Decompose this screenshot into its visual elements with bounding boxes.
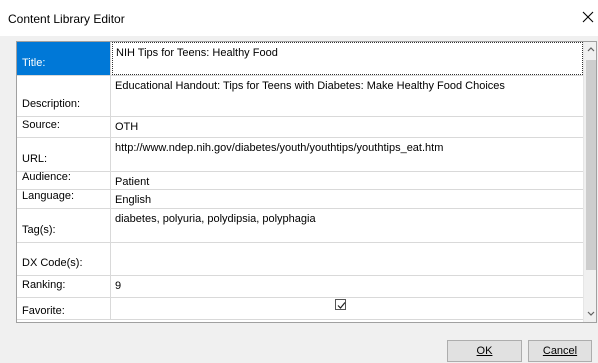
url-field[interactable]: http://www.ndep.nih.gov/diabetes/youth/y… xyxy=(112,138,583,171)
vertical-scrollbar[interactable] xyxy=(583,42,596,322)
scroll-up-icon[interactable] xyxy=(584,42,596,58)
cancel-button[interactable]: Cancel xyxy=(528,340,592,362)
content-library-editor-dialog: Content Library Editor Title: NIH Tips f… xyxy=(0,0,598,363)
row-favorite[interactable]: Favorite: xyxy=(17,298,583,320)
row-label: Title: xyxy=(17,42,111,75)
source-field[interactable]: OTH xyxy=(112,117,583,137)
scroll-down-icon[interactable] xyxy=(584,306,596,322)
ranking-field[interactable]: 9 xyxy=(112,276,583,297)
row-ranking[interactable]: Ranking: 9 xyxy=(17,276,583,298)
row-label: Description: xyxy=(17,76,111,116)
dx-codes-field[interactable] xyxy=(112,243,583,275)
property-grid-rows: Title: NIH Tips for Teens: Healthy Food … xyxy=(17,42,583,320)
scrollbar-thumb[interactable] xyxy=(586,60,596,270)
favorite-checkbox[interactable] xyxy=(335,299,346,310)
row-dx-codes[interactable]: DX Code(s): xyxy=(17,243,583,276)
row-label: URL: xyxy=(17,138,111,171)
audience-field[interactable]: Patient xyxy=(112,172,583,189)
row-label: DX Code(s): xyxy=(17,243,111,275)
description-field[interactable]: Educational Handout: Tips for Teens with… xyxy=(112,76,583,116)
title-bar: Content Library Editor xyxy=(0,0,598,36)
row-label: Favorite: xyxy=(17,298,111,319)
language-field[interactable]: English xyxy=(112,190,583,208)
tags-field[interactable]: diabetes, polyuria, polydipsia, polyphag… xyxy=(112,209,583,242)
row-source[interactable]: Source: OTH xyxy=(17,117,583,138)
window-title: Content Library Editor xyxy=(8,12,125,26)
row-url[interactable]: URL: http://www.ndep.nih.gov/diabetes/yo… xyxy=(17,138,583,172)
row-description[interactable]: Description: Educational Handout: Tips f… xyxy=(17,76,583,117)
row-language[interactable]: Language: English xyxy=(17,190,583,209)
title-field[interactable]: NIH Tips for Teens: Healthy Food xyxy=(112,42,583,75)
row-label: Source: xyxy=(17,117,111,137)
row-tags[interactable]: Tag(s): diabetes, polyuria, polydipsia, … xyxy=(17,209,583,243)
row-label: Tag(s): xyxy=(17,209,111,242)
row-label: Language: xyxy=(17,190,111,208)
close-icon[interactable] xyxy=(580,9,596,25)
property-grid: Title: NIH Tips for Teens: Healthy Food … xyxy=(16,41,597,323)
row-label: Ranking: xyxy=(17,276,111,297)
row-audience[interactable]: Audience: Patient xyxy=(17,171,583,190)
favorite-field xyxy=(112,298,583,319)
row-title[interactable]: Title: NIH Tips for Teens: Healthy Food xyxy=(17,42,583,76)
row-label: Audience: xyxy=(17,171,111,189)
ok-button[interactable]: OK xyxy=(447,340,522,362)
checkmark-icon xyxy=(337,302,346,309)
